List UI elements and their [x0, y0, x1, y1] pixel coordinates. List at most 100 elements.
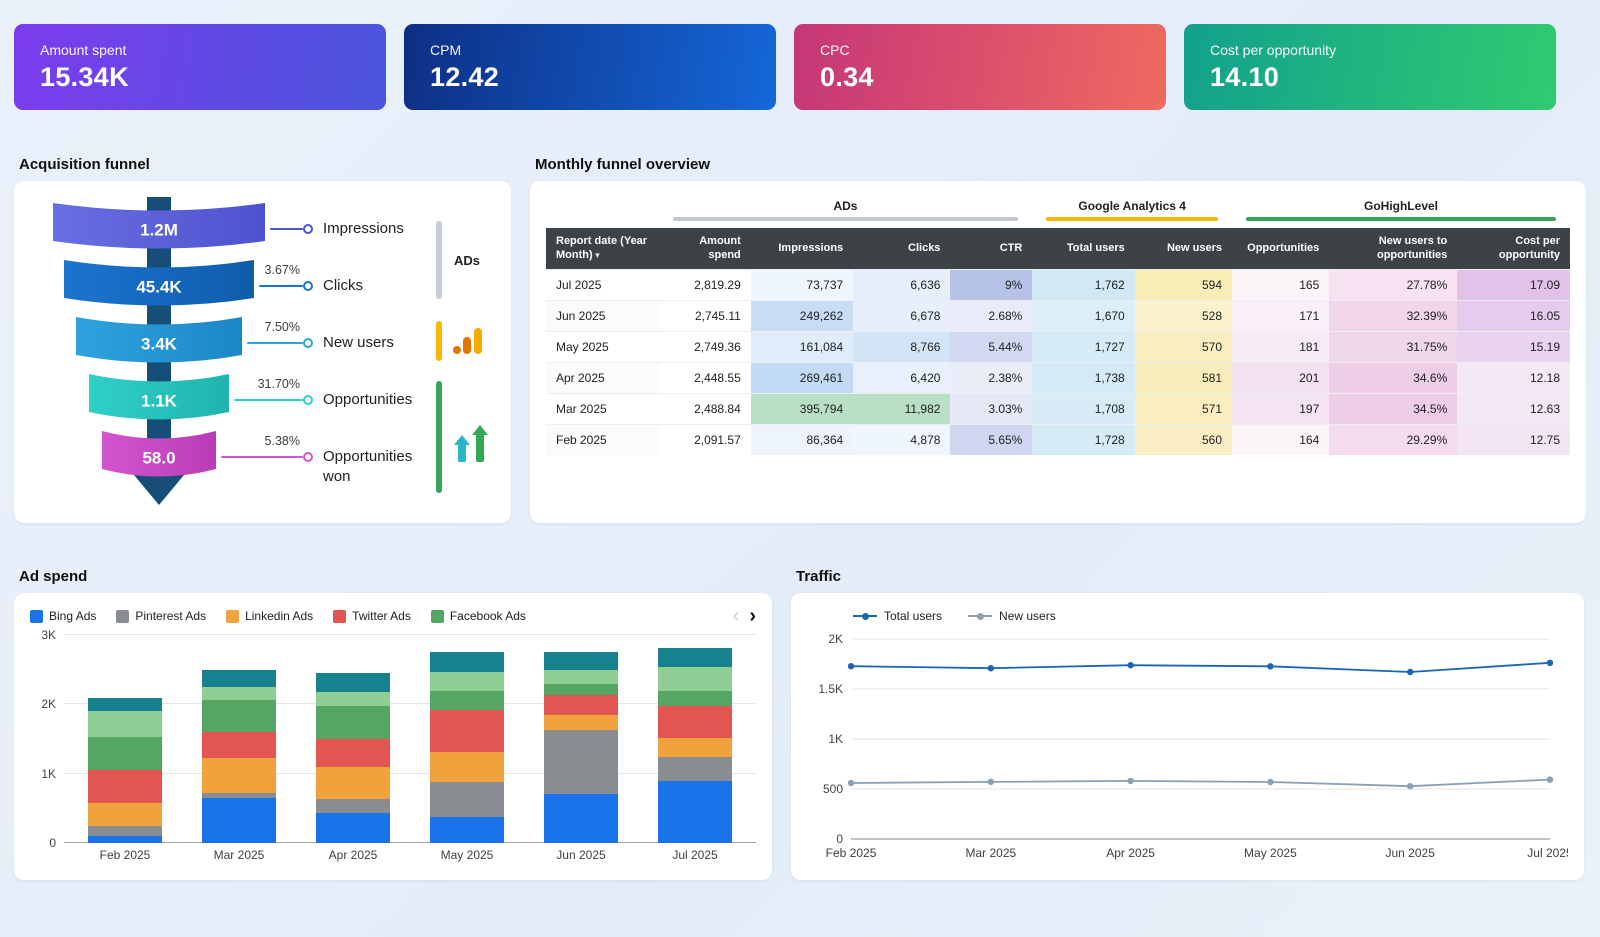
bar-segment-linkedin-ads[interactable] [202, 758, 276, 793]
bar-segment-pinterest-ads[interactable] [544, 730, 618, 794]
bar-segment-series-6[interactable] [544, 670, 618, 684]
bar-segment-bing-ads[interactable] [658, 781, 732, 843]
funnel-stage-value: 58.0 [142, 449, 175, 468]
bar-segment-series-6[interactable] [316, 692, 390, 707]
scorecard-amount-spent: Amount spent 15.34K [14, 24, 386, 110]
bar-segment-facebook-ads[interactable] [658, 691, 732, 706]
funnel-connector-dot [303, 281, 313, 291]
bar-segment-twitter-ads[interactable] [202, 732, 276, 758]
stacked-bar-jul-2025[interactable] [658, 648, 732, 843]
bar-segment-bing-ads[interactable] [316, 813, 390, 844]
cell-value: 15.19 [1457, 331, 1570, 362]
legend-prev-icon[interactable]: ‹ [733, 606, 740, 626]
bar-segment-bing-ads[interactable] [202, 798, 276, 843]
bar-segment-bing-ads[interactable] [544, 794, 618, 843]
ad-spend-legend: Bing Ads Pinterest Ads Linkedin Ads Twitter… [30, 609, 733, 623]
bar-segment-twitter-ads[interactable] [544, 695, 618, 714]
cell-value: 2,091.57 [659, 424, 751, 455]
legend-item-facebook-ads[interactable]: Facebook Ads [431, 609, 526, 623]
legend-item-new-users[interactable]: New users [968, 609, 1056, 623]
data-point [848, 780, 854, 786]
cell-value: 32.39% [1329, 300, 1457, 331]
bar-segment-linkedin-ads[interactable] [88, 803, 162, 827]
cell-value: 2,488.84 [659, 393, 751, 424]
bar-segment-series-7[interactable] [658, 648, 732, 667]
bar-segment-bing-ads[interactable] [88, 836, 162, 843]
cell-value: 395,794 [751, 393, 853, 424]
legend-item-twitter-ads[interactable]: Twitter Ads [333, 609, 411, 623]
line-series-total-users[interactable] [851, 663, 1550, 672]
bar-segment-pinterest-ads[interactable] [88, 826, 162, 836]
ad-spend-plot [64, 635, 756, 843]
bar-segment-linkedin-ads[interactable] [658, 738, 732, 757]
ad-spend-section: Ad spend Bing AdsPinterest AdsLinkedin A… [14, 568, 772, 880]
column-header[interactable]: Report date (Year Month) ▾ [546, 228, 659, 269]
table-group-ads: ADs [659, 195, 1033, 228]
scorecard-label: CPM [430, 42, 750, 58]
bar-segment-series-6[interactable] [202, 687, 276, 700]
bar-segment-facebook-ads[interactable] [544, 684, 618, 696]
column-header: CTR [950, 228, 1032, 269]
table-body: Jul 20252,819.2973,7376,6369%1,762594165… [546, 269, 1570, 455]
cell-value: 1,727 [1032, 331, 1134, 362]
traffic-line-chart[interactable]: 05001K1.5K2KFeb 2025Mar 2025Apr 2025May … [807, 627, 1568, 865]
bar-segment-linkedin-ads[interactable] [316, 767, 390, 799]
bar-segment-series-7[interactable] [316, 673, 390, 692]
funnel-chart[interactable]: 1.2M45.4K3.4K1.1K58.0 [26, 193, 296, 511]
bar-segment-facebook-ads[interactable] [88, 737, 162, 770]
legend-next-icon[interactable]: › [749, 606, 756, 626]
cell-value: 1,762 [1032, 269, 1134, 300]
bar-segment-pinterest-ads[interactable] [658, 757, 732, 781]
bar-segment-twitter-ads[interactable] [658, 706, 732, 738]
stacked-bar-mar-2025[interactable] [202, 670, 276, 843]
stacked-bar-may-2025[interactable] [430, 652, 504, 843]
legend-item-linkedin-ads[interactable]: Linkedin Ads [226, 609, 313, 623]
line-series-new-users[interactable] [851, 780, 1550, 787]
bar-segment-series-7[interactable] [544, 652, 618, 669]
data-point [1267, 779, 1273, 785]
cell-value: 2,749.36 [659, 331, 751, 362]
bar-segment-twitter-ads[interactable] [88, 770, 162, 803]
google-analytics-icon [450, 323, 486, 359]
legend-item-total-users[interactable]: Total users [853, 609, 942, 623]
stacked-bar-jun-2025[interactable] [544, 652, 618, 843]
x-tick-label: Jul 2025 [1527, 846, 1568, 860]
stacked-bar-feb-2025[interactable] [88, 698, 162, 843]
funnel-stage-label: Impressions [323, 219, 441, 239]
scorecard-row: Amount spent 15.34K CPM 12.42 CPC 0.34 C… [14, 24, 1586, 110]
legend-item-bing-ads[interactable]: Bing Ads [30, 609, 96, 623]
bar-segment-linkedin-ads[interactable] [430, 752, 504, 783]
bar-segment-pinterest-ads[interactable] [316, 799, 390, 813]
bar-segment-series-7[interactable] [88, 698, 162, 711]
x-tick-label: Apr 2025 [1106, 846, 1155, 860]
legend-line-marker [968, 615, 992, 617]
bar-segment-twitter-ads[interactable] [316, 739, 390, 767]
bar-segment-series-7[interactable] [202, 670, 276, 687]
scorecard-label: Cost per opportunity [1210, 42, 1530, 58]
bar-segment-series-6[interactable] [88, 711, 162, 737]
table-row: Jul 20252,819.2973,7376,6369%1,762594165… [546, 269, 1570, 300]
scorecard-label: Amount spent [40, 42, 360, 58]
bar-segment-facebook-ads[interactable] [430, 691, 504, 710]
bar-segment-twitter-ads[interactable] [430, 710, 504, 752]
ad-spend-x-axis: Feb 2025Mar 2025Apr 2025May 2025Jun 2025… [64, 848, 756, 862]
bar-segment-facebook-ads[interactable] [202, 700, 276, 732]
bar-segment-series-6[interactable] [658, 667, 732, 691]
bar-segment-facebook-ads[interactable] [316, 706, 390, 739]
bar-segment-bing-ads[interactable] [430, 817, 504, 843]
legend-swatch [226, 610, 239, 623]
legend-item-pinterest-ads[interactable]: Pinterest Ads [116, 609, 206, 623]
stacked-bar-apr-2025[interactable] [316, 673, 390, 843]
bar-segment-linkedin-ads[interactable] [544, 715, 618, 730]
bar-segment-series-7[interactable] [430, 652, 504, 671]
source-bar-analytics [436, 321, 442, 361]
bar-segment-series-6[interactable] [430, 672, 504, 691]
x-tick-label: Apr 2025 [316, 848, 390, 862]
cell-value: 2.38% [950, 362, 1032, 393]
bar-segment-pinterest-ads[interactable] [430, 782, 504, 817]
data-point [988, 665, 994, 671]
column-header: Impressions [751, 228, 853, 269]
cell-value: 12.75 [1457, 424, 1570, 455]
cell-report-date: Jun 2025 [546, 300, 659, 331]
table-header-row: Report date (Year Month) ▾Amount spendIm… [546, 228, 1570, 269]
